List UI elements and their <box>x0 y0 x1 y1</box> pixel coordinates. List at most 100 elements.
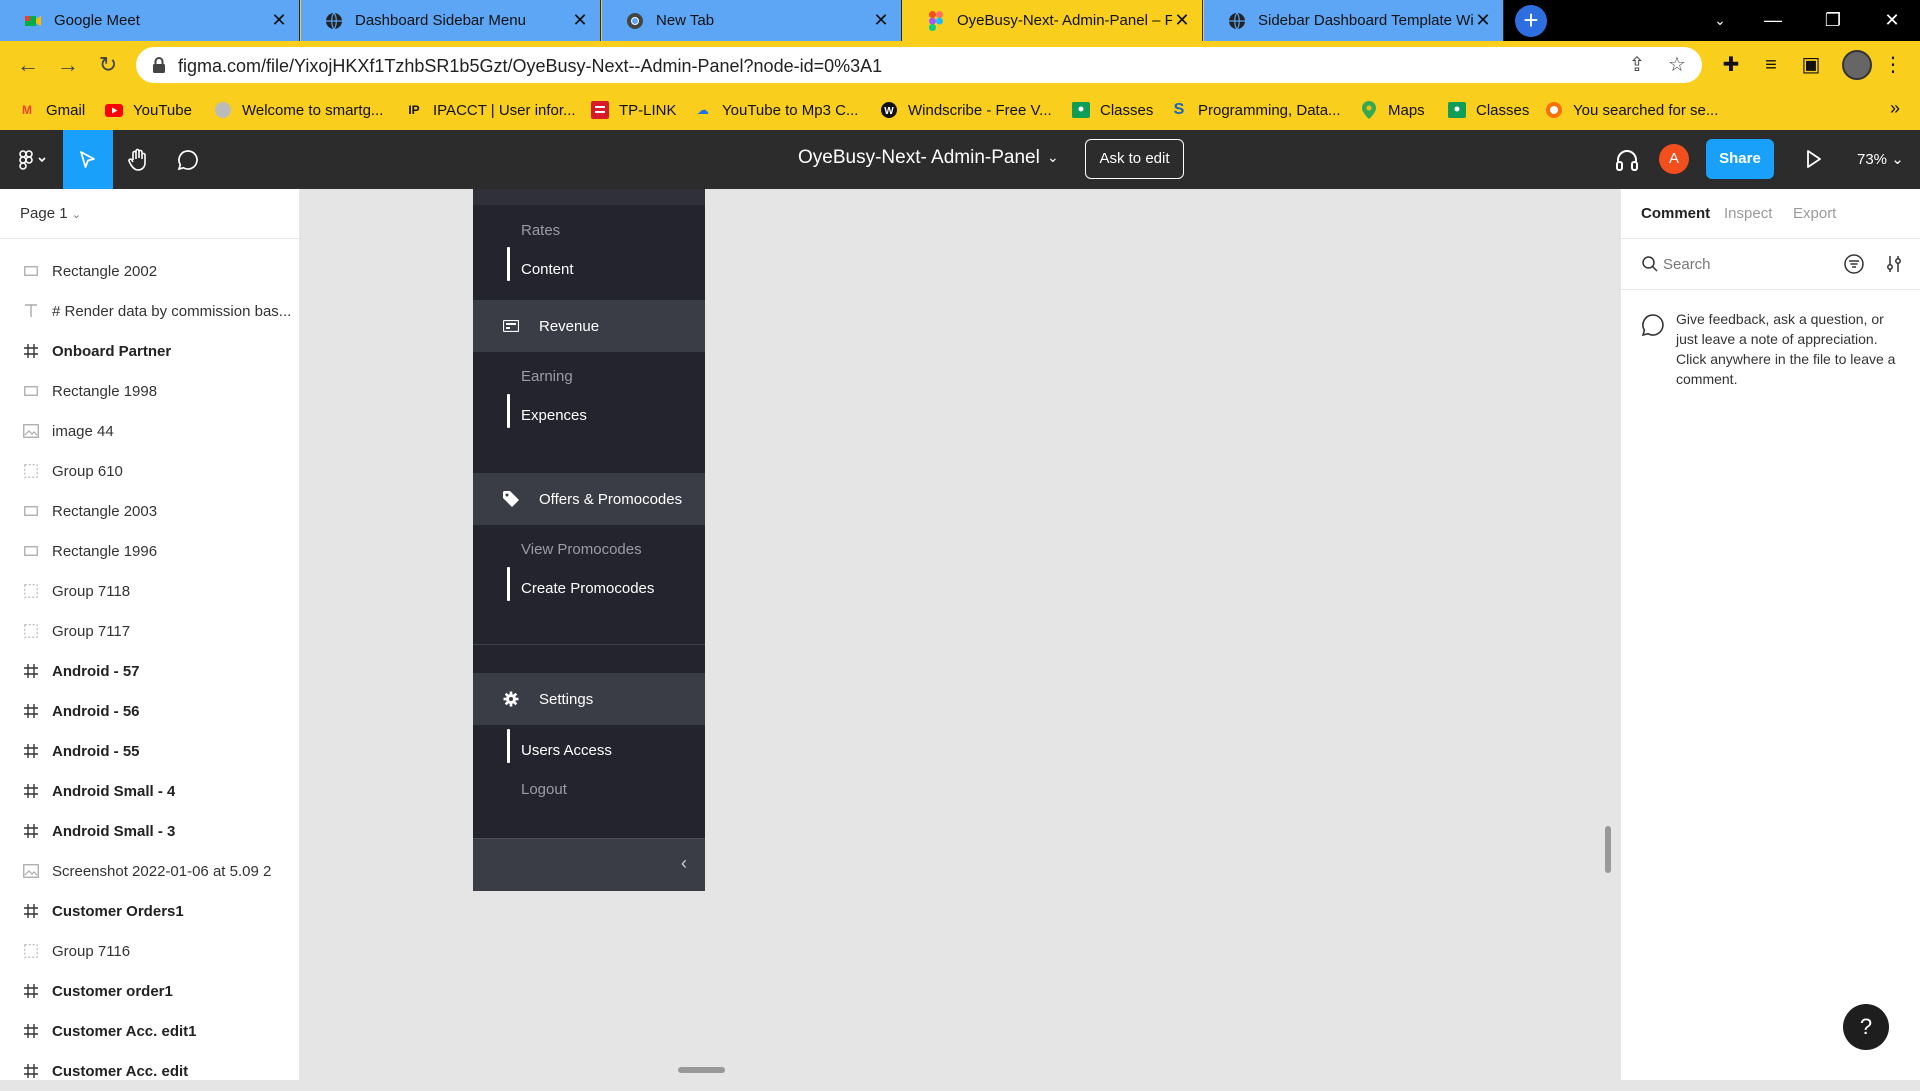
bookmark-classes-2[interactable]: Classes <box>1448 99 1529 121</box>
tab-export[interactable]: Export <box>1793 205 1836 222</box>
share-page-icon[interactable]: ⇪ <box>1626 55 1648 77</box>
layer-row[interactable]: Android - 55 <box>0 731 300 771</box>
layer-row[interactable]: Android Small - 3 <box>0 811 300 851</box>
layer-row[interactable]: image 44 <box>0 411 300 451</box>
bookmark-classes[interactable]: Classes <box>1072 99 1153 121</box>
sidebar-item-earning[interactable]: Earning <box>521 368 573 385</box>
bookmark-you-searched[interactable]: You searched for se... <box>1545 99 1718 121</box>
new-tab-button[interactable]: + <box>1515 5 1547 37</box>
layer-row[interactable]: Rectangle 1996 <box>0 531 300 571</box>
tab-google-meet[interactable]: Google Meet ✕ <box>0 0 300 41</box>
layer-row[interactable]: Group 7118 <box>0 571 300 611</box>
svg-text:W: W <box>884 106 894 117</box>
move-tool-button[interactable] <box>63 130 113 189</box>
layer-row[interactable]: Rectangle 1998 <box>0 371 300 411</box>
layer-row[interactable]: Android Small - 4 <box>0 771 300 811</box>
sidebar-design-frame[interactable]: Rates Content Revenue Earning Expences O… <box>473 189 705 891</box>
page-selector[interactable]: Page 1 ⌄ <box>20 205 81 222</box>
layer-row[interactable]: Rectangle 2002 <box>0 251 300 291</box>
bookmarks-overflow-button[interactable]: » <box>1890 98 1900 119</box>
present-play-icon[interactable] <box>1800 146 1826 172</box>
tab-new-tab[interactable]: New Tab ✕ <box>602 0 902 41</box>
tab-search-chevron-icon[interactable]: ⌄ <box>1692 0 1748 41</box>
figma-menu-button[interactable] <box>8 130 58 189</box>
sidebar-item-view-promocodes[interactable]: View Promocodes <box>521 541 642 558</box>
image-icon <box>22 422 40 440</box>
layer-row[interactable]: Android - 57 <box>0 651 300 691</box>
collapse-chevron-icon[interactable]: ‹ <box>681 853 687 874</box>
horizontal-scrollbar[interactable] <box>678 1067 725 1073</box>
bookmark-tplink[interactable]: TP-LINK <box>591 99 677 121</box>
browser-menu-icon[interactable]: ⋮ <box>1880 53 1906 79</box>
layer-row[interactable]: Group 7117 <box>0 611 300 651</box>
tab-figma-active[interactable]: OyeBusy-Next- Admin-Panel – Fi ✕ <box>903 0 1203 41</box>
close-icon[interactable]: ✕ <box>871 10 891 31</box>
sidebar-section-offers[interactable]: Offers & Promocodes <box>473 473 705 525</box>
close-window-button[interactable]: ✕ <box>1864 0 1920 41</box>
bookmark-youtube[interactable]: YouTube <box>105 99 192 121</box>
media-queue-icon[interactable]: ≡ <box>1758 53 1784 79</box>
back-button[interactable]: ← <box>13 51 43 81</box>
layer-row[interactable]: Rectangle 2003 <box>0 491 300 531</box>
chevron-down-icon[interactable]: ⌄ <box>1047 149 1059 166</box>
layer-row[interactable]: Android - 56 <box>0 691 300 731</box>
close-icon[interactable]: ✕ <box>570 10 590 31</box>
bookmark-ipacct[interactable]: IP IPACCT | User infor... <box>405 99 575 121</box>
forward-button[interactable]: → <box>53 51 83 81</box>
bookmark-yt-mp3[interactable]: ☁ YouTube to Mp3 C... <box>694 99 858 121</box>
url-text[interactable]: figma.com/file/YixojHKXf1TzhbSR1b5Gzt/Oy… <box>178 56 882 77</box>
sidebar-item-users-access[interactable]: Users Access <box>521 742 612 759</box>
close-icon[interactable]: ✕ <box>1172 10 1192 31</box>
bookmark-maps[interactable]: Maps <box>1360 99 1425 121</box>
layer-row[interactable]: Onboard Partner <box>0 331 300 371</box>
extensions-puzzle-icon[interactable]: ✚ <box>1718 53 1744 79</box>
side-panel-icon[interactable]: ▣ <box>1798 53 1824 79</box>
sidebar-section-revenue[interactable]: Revenue <box>473 300 705 352</box>
bookmark-star-icon[interactable]: ☆ <box>1666 55 1688 77</box>
reload-button[interactable]: ↻ <box>93 51 123 81</box>
divider <box>1621 289 1920 290</box>
revenue-icon <box>501 316 521 336</box>
file-title[interactable]: OyeBusy-Next- Admin-Panel <box>798 147 1040 169</box>
minimize-button[interactable]: — <box>1745 0 1801 41</box>
tab-inspect[interactable]: Inspect <box>1724 205 1772 222</box>
sidebar-section-settings[interactable]: Settings <box>473 673 705 725</box>
comment-search-input[interactable] <box>1663 253 1823 275</box>
vertical-scrollbar[interactable] <box>1605 826 1611 873</box>
hand-tool-button[interactable] <box>113 130 163 189</box>
user-avatar[interactable]: A <box>1659 144 1689 174</box>
tab-dashboard-sidebar-menu[interactable]: Dashboard Sidebar Menu ✕ <box>301 0 601 41</box>
ask-to-edit-button[interactable]: Ask to edit <box>1085 139 1184 179</box>
tab-sidebar-dashboard-template[interactable]: Sidebar Dashboard Template Wit ✕ <box>1204 0 1504 41</box>
bookmark-smartg[interactable]: Welcome to smartg... <box>214 99 383 121</box>
layer-row[interactable]: Screenshot 2022-01-06 at 5.09 2 <box>0 851 300 891</box>
help-button[interactable]: ? <box>1843 1004 1889 1050</box>
omnibox[interactable]: figma.com/file/YixojHKXf1TzhbSR1b5Gzt/Oy… <box>136 47 1702 83</box>
sidebar-item-create-promocodes[interactable]: Create Promocodes <box>521 580 654 597</box>
layer-row[interactable]: Group 7116 <box>0 931 300 971</box>
filter-icon[interactable] <box>1843 253 1865 275</box>
layer-row[interactable]: Customer Orders1 <box>0 891 300 931</box>
bookmark-gmail[interactable]: M Gmail <box>18 99 85 121</box>
tab-comment[interactable]: Comment <box>1641 205 1710 222</box>
layer-row[interactable]: # Render data by commission bas... <box>0 291 300 331</box>
restore-button[interactable]: ❐ <box>1805 0 1861 41</box>
bookmark-windscribe[interactable]: W Windscribe - Free V... <box>880 99 1052 121</box>
close-icon[interactable]: ✕ <box>1473 10 1493 31</box>
share-button[interactable]: Share <box>1706 139 1774 179</box>
layer-row[interactable]: Customer Acc. edit1 <box>0 1011 300 1051</box>
sidebar-item-expences[interactable]: Expences <box>521 407 587 424</box>
comment-tool-button[interactable] <box>163 130 213 189</box>
sliders-icon[interactable] <box>1883 253 1905 275</box>
layer-row[interactable]: Customer Acc. edit <box>0 1051 300 1091</box>
sidebar-item-rates[interactable]: Rates <box>521 222 560 239</box>
bookmark-programming[interactable]: S Programming, Data... <box>1170 99 1341 121</box>
headphones-icon[interactable] <box>1613 146 1641 174</box>
sidebar-item-content[interactable]: Content <box>521 261 574 278</box>
profile-avatar[interactable] <box>1842 50 1872 80</box>
layer-row[interactable]: Group 610 <box>0 451 300 491</box>
sidebar-item-logout[interactable]: Logout <box>521 781 567 798</box>
zoom-dropdown[interactable]: 73% ⌄ <box>1857 150 1904 168</box>
layer-row[interactable]: Customer order1 <box>0 971 300 1011</box>
close-icon[interactable]: ✕ <box>269 10 289 31</box>
